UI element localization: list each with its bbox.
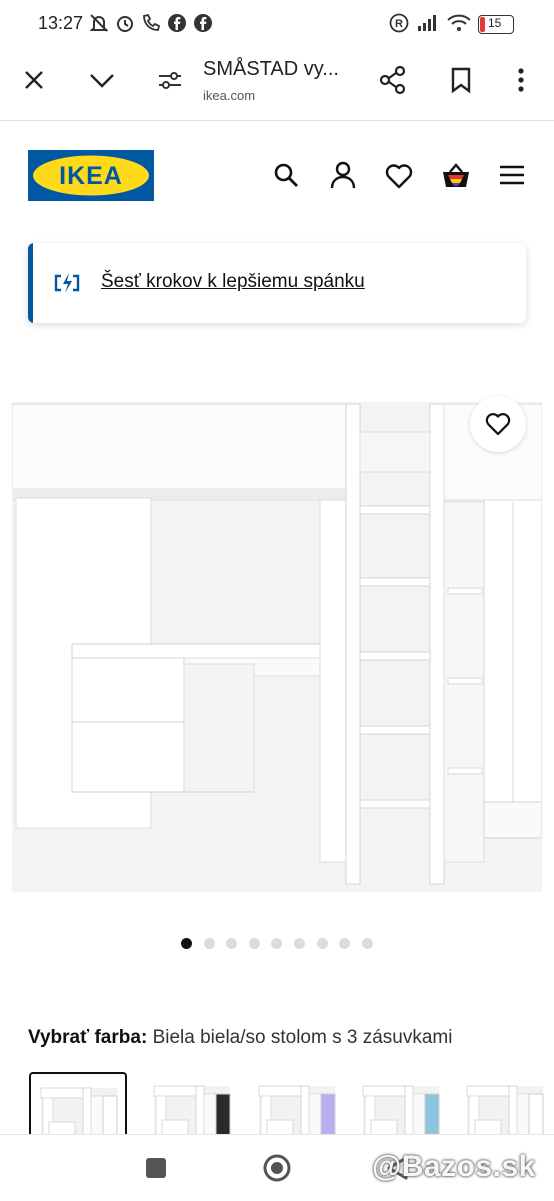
page-url[interactable]: ikea.com — [203, 88, 255, 103]
facebook-icon-2 — [194, 14, 212, 32]
color-swatch[interactable] — [353, 1072, 451, 1138]
status-bar: 13:27 R 15 — [0, 0, 554, 48]
carousel-dot[interactable] — [203, 938, 215, 949]
battery-level: 15 — [488, 16, 502, 30]
carousel-dot[interactable] — [361, 938, 373, 949]
home-button[interactable] — [261, 1152, 293, 1184]
carousel-dot[interactable] — [271, 938, 283, 949]
heart-icon — [485, 413, 511, 436]
share-icon[interactable] — [378, 65, 408, 95]
battery-icon: 15 — [478, 15, 514, 34]
svg-text:R: R — [395, 18, 403, 30]
carousel-dot[interactable] — [294, 938, 305, 949]
site-settings-icon[interactable] — [157, 68, 183, 92]
color-label: Vybrať farba: — [28, 1027, 148, 1048]
carousel-dot[interactable] — [181, 938, 192, 949]
alarm-icon — [117, 16, 133, 32]
watermark: @Bazos.sk — [372, 1150, 536, 1183]
carousel-dot[interactable] — [316, 938, 328, 949]
profile-icon[interactable] — [330, 161, 356, 189]
bookmark-icon[interactable] — [449, 66, 473, 94]
chevron-down-icon[interactable] — [88, 68, 116, 92]
more-options-icon[interactable] — [514, 67, 528, 93]
recent-apps-button[interactable] — [146, 1158, 166, 1178]
color-value: Biela biela/so stolom s 3 zásuvkami — [152, 1027, 453, 1048]
add-to-favorites-button[interactable] — [470, 396, 526, 452]
mute-notification-icon — [89, 14, 109, 32]
carousel-dot[interactable] — [226, 938, 238, 949]
promo-banner[interactable]: Šesť krokov k lepšiemu spánku — [28, 243, 526, 323]
color-swatch[interactable] — [144, 1072, 242, 1138]
call-forward-icon — [143, 13, 161, 31]
energy-icon — [54, 273, 80, 293]
color-swatch[interactable] — [457, 1072, 554, 1138]
browser-toolbar: SMÅSTAD vy... ikea.com — [0, 48, 554, 121]
search-icon[interactable] — [273, 162, 299, 188]
status-time: 13:27 — [38, 13, 84, 33]
color-swatch[interactable] — [249, 1072, 347, 1138]
banner-link[interactable]: Šesť krokov k lepšiemu spánku — [101, 271, 365, 293]
registered-icon: R — [389, 13, 409, 33]
page-title[interactable]: SMÅSTAD vy... — [203, 58, 339, 81]
favorites-icon[interactable] — [385, 163, 413, 189]
color-selection: Vybrať farba: Biela biela/so stolom s 3 … — [28, 1027, 452, 1049]
menu-icon[interactable] — [499, 164, 525, 186]
ikea-logo[interactable]: IKEA — [28, 150, 154, 201]
product-image[interactable] — [12, 402, 542, 892]
banner-accent — [28, 243, 33, 323]
cart-icon[interactable] — [440, 161, 472, 191]
carousel-dot[interactable] — [248, 938, 260, 949]
facebook-icon — [168, 14, 186, 32]
wifi-icon — [447, 14, 471, 31]
carousel-dot[interactable] — [339, 938, 351, 949]
close-icon[interactable] — [22, 68, 46, 92]
svg-text:IKEA: IKEA — [59, 162, 123, 190]
color-swatch[interactable] — [29, 1072, 127, 1138]
signal-icon — [418, 15, 436, 31]
